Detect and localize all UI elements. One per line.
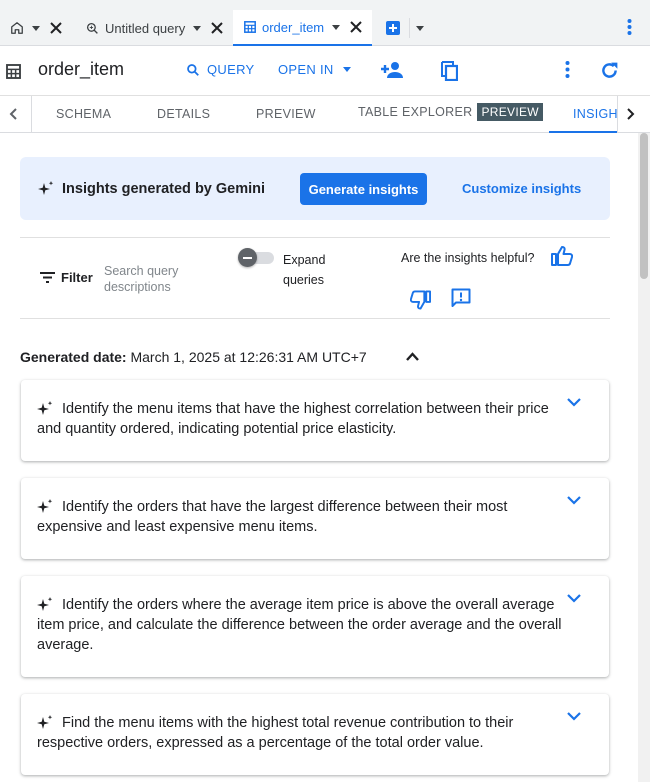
insight-text: Find the menu items with the highest tot…	[37, 715, 514, 751]
helpful-label: Are the insights helpful?	[401, 251, 535, 265]
toggle-knob	[238, 248, 257, 267]
tab-table-explorer[interactable]: TABLE EXPLORER PREVIEW	[358, 103, 543, 121]
refresh-icon[interactable]	[599, 60, 620, 81]
open-in-label: OPEN IN	[278, 62, 334, 77]
feedback-icon[interactable]	[451, 288, 471, 308]
tab-insights-label: INSIGHTS	[573, 107, 617, 121]
insight-text: Identify the orders where the average it…	[37, 597, 562, 653]
divider	[31, 96, 32, 132]
generated-date: Generated date: March 1, 2025 at 12:26:3…	[20, 349, 367, 365]
query-icon	[86, 22, 99, 35]
chevron-down-icon[interactable]	[193, 25, 202, 31]
page-title: order_item	[38, 59, 125, 79]
chevron-down-icon[interactable]	[567, 398, 581, 407]
sparkle-icon	[38, 181, 54, 197]
thumb-down-icon[interactable]	[410, 290, 431, 310]
more-vert-icon[interactable]	[565, 61, 570, 78]
filter-bar: Filter Search query descriptions Expand …	[20, 237, 610, 319]
chevron-down-icon	[342, 67, 351, 72]
insights-banner: Insights generated by Gemini Generate in…	[20, 157, 610, 220]
insight-card[interactable]: Identify the orders that have the larges…	[21, 478, 609, 559]
tab-preview[interactable]: PREVIEW	[256, 107, 316, 121]
scrollbar[interactable]	[638, 133, 650, 782]
thumb-up-icon[interactable]	[551, 246, 573, 266]
open-in-button[interactable]: OPEN IN	[278, 62, 351, 77]
chevron-down-icon[interactable]	[567, 594, 581, 603]
tab-table-explorer-label: TABLE EXPLORER	[358, 105, 473, 119]
tab-schema[interactable]: SCHEMA	[56, 107, 111, 121]
query-button[interactable]: QUERY	[186, 62, 255, 77]
query-button-label: QUERY	[207, 62, 255, 77]
preview-badge: PREVIEW	[477, 103, 543, 121]
tab-order-item[interactable]: order_item	[233, 10, 372, 46]
close-icon[interactable]	[350, 21, 362, 33]
copy-icon[interactable]	[441, 61, 458, 81]
share-icon[interactable]	[381, 61, 405, 79]
chevron-up-icon[interactable]	[406, 352, 419, 361]
toolbar: order_item QUERY OPEN IN	[0, 46, 650, 96]
close-icon[interactable]	[50, 22, 62, 34]
generate-insights-button[interactable]: Generate insights	[300, 173, 427, 205]
filter-button[interactable]: Filter	[40, 270, 93, 285]
chevron-down-icon[interactable]	[567, 496, 581, 505]
generated-date-label: Generated date:	[20, 349, 127, 365]
insight-card[interactable]: Identify the orders where the average it…	[21, 576, 609, 677]
home-icon	[10, 21, 24, 35]
search-input[interactable]: Search query descriptions	[104, 263, 214, 295]
divider	[617, 96, 618, 132]
more-vert-icon[interactable]	[627, 19, 632, 35]
tab-untitled-query[interactable]: Untitled query	[86, 10, 223, 46]
chevron-down-icon[interactable]	[567, 712, 581, 721]
filter-icon	[40, 272, 55, 283]
tab-label: Untitled query	[105, 20, 186, 36]
customize-insights-button[interactable]: Customize insights	[462, 181, 581, 196]
chevron-down-icon[interactable]	[416, 26, 424, 31]
divider	[409, 18, 410, 38]
search-icon	[186, 63, 200, 77]
expand-queries-label: Expand queries	[283, 253, 326, 287]
chevron-left-icon[interactable]	[9, 108, 17, 120]
insight-text: Identify the orders that have the larges…	[37, 499, 508, 535]
add-tab-icon[interactable]	[386, 21, 400, 35]
tab-strip: Untitled query order_item	[0, 0, 650, 46]
chevron-down-icon[interactable]	[32, 25, 40, 31]
tab-details[interactable]: DETAILS	[157, 107, 210, 121]
insight-card[interactable]: Find the menu items with the highest tot…	[21, 694, 609, 775]
tab-home[interactable]	[10, 10, 62, 46]
chevron-right-icon[interactable]	[627, 108, 635, 120]
tab-insights[interactable]: INSIGHTS	[549, 96, 617, 133]
subtab-bar: SCHEMA DETAILS PREVIEW TABLE EXPLORER PRE…	[0, 96, 650, 133]
generated-date-value: March 1, 2025 at 12:26:31 AM UTC+7	[130, 349, 367, 365]
scrollbar-thumb[interactable]	[640, 133, 648, 279]
table-icon	[244, 21, 256, 33]
insight-card[interactable]: Identify the menu items that have the hi…	[21, 380, 609, 461]
chevron-down-icon[interactable]	[332, 24, 341, 30]
table-icon	[6, 64, 21, 79]
tab-label: order_item	[262, 19, 325, 35]
expand-queries-toggle[interactable]	[238, 248, 274, 267]
insight-text: Identify the menu items that have the hi…	[37, 401, 549, 437]
banner-title: Insights generated by Gemini	[62, 181, 266, 197]
filter-label: Filter	[61, 270, 93, 285]
close-icon[interactable]	[211, 22, 223, 34]
